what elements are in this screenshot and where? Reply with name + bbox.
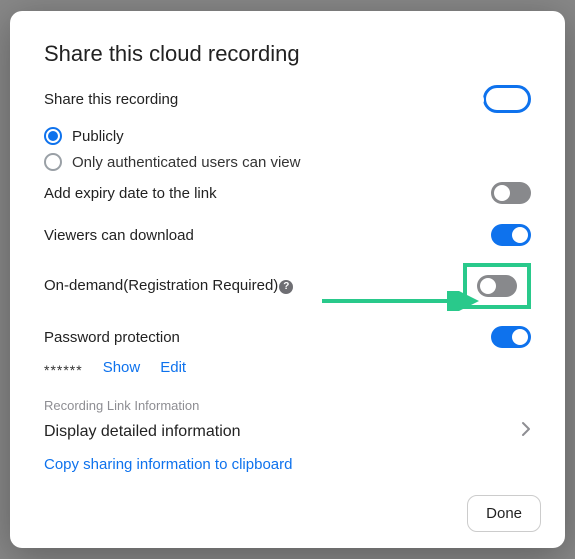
share-recording-label: Share this recording [44, 91, 178, 108]
share-recording-row: Share this recording [44, 85, 531, 113]
detail-info-row[interactable]: Display detailed information [44, 421, 531, 442]
expiry-label: Add expiry date to the link [44, 185, 217, 202]
done-button[interactable]: Done [467, 495, 541, 532]
password-controls: ****** Show Edit [44, 359, 531, 376]
radio-authenticated-label: Only authenticated users can view [72, 154, 300, 171]
copy-sharing-link[interactable]: Copy sharing information to clipboard [44, 456, 531, 473]
share-recording-modal: Share this cloud recording Share this re… [10, 11, 565, 548]
chevron-right-icon [521, 421, 531, 442]
modal-title: Share this cloud recording [44, 41, 531, 67]
radio-icon [44, 153, 62, 171]
share-options: Publicly Only authenticated users can vi… [44, 127, 531, 171]
radio-publicly[interactable]: Publicly [44, 127, 531, 145]
password-label: Password protection [44, 329, 180, 346]
on-demand-row: On-demand(Registration Required)? [44, 263, 531, 309]
expiry-row: Add expiry date to the link [44, 179, 531, 207]
modal-footer: Done [467, 495, 541, 532]
radio-publicly-label: Publicly [72, 128, 124, 145]
on-demand-toggle[interactable] [477, 275, 517, 297]
download-row: Viewers can download [44, 221, 531, 249]
password-edit-link[interactable]: Edit [160, 359, 186, 376]
download-toggle[interactable] [491, 224, 531, 246]
password-show-link[interactable]: Show [103, 359, 141, 376]
detail-info-label: Display detailed information [44, 423, 241, 441]
password-toggle[interactable] [491, 326, 531, 348]
on-demand-highlight [463, 263, 531, 309]
expiry-toggle[interactable] [491, 182, 531, 204]
help-icon[interactable]: ? [279, 280, 293, 294]
radio-icon [44, 127, 62, 145]
on-demand-label: On-demand(Registration Required)? [44, 277, 293, 295]
radio-authenticated[interactable]: Only authenticated users can view [44, 153, 531, 171]
password-mask: ****** [44, 362, 83, 378]
password-row: Password protection [44, 323, 531, 351]
on-demand-text: On-demand(Registration Required) [44, 277, 278, 294]
download-label: Viewers can download [44, 227, 194, 244]
share-recording-toggle[interactable] [483, 85, 531, 113]
link-info-section: Recording Link Information [44, 398, 531, 413]
